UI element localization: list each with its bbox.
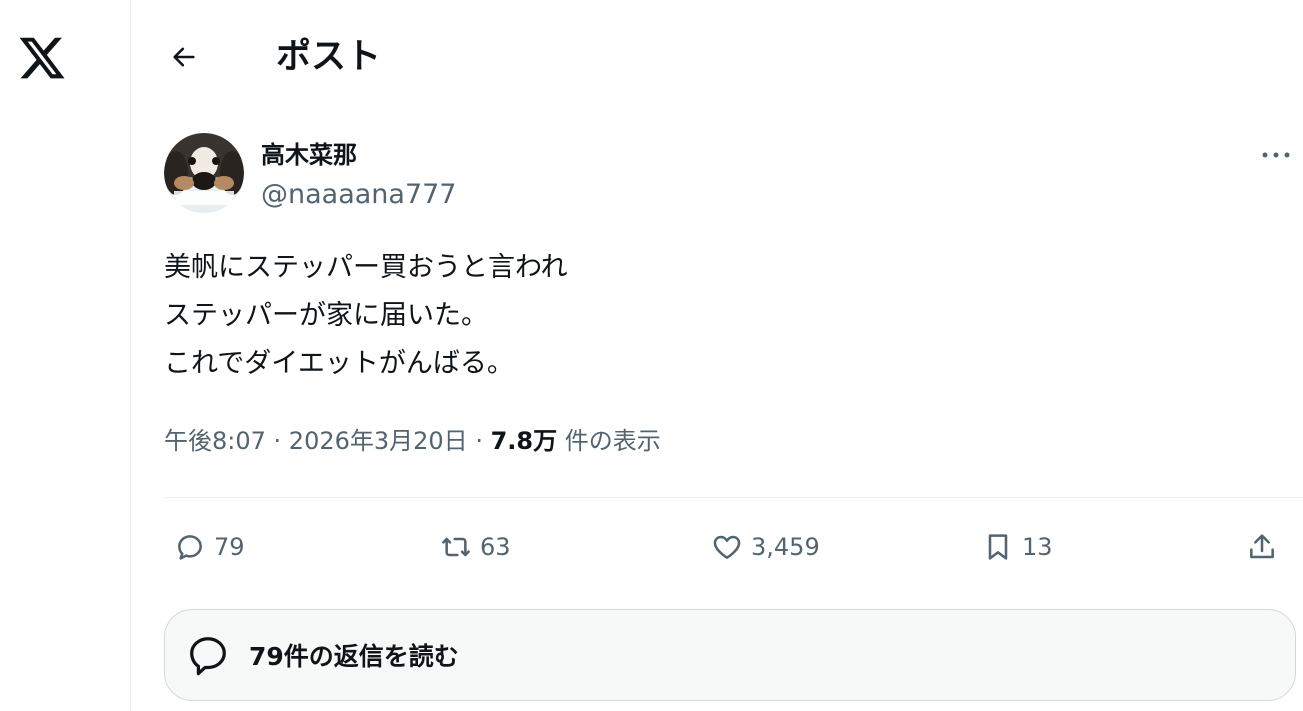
post-text-line: これでダイエットがんばる。 — [164, 348, 514, 379]
bookmark-button[interactable]: 13 — [978, 522, 1053, 572]
heart-icon — [707, 527, 747, 567]
share-icon — [1242, 527, 1282, 567]
repost-count: 63 — [480, 533, 511, 561]
chat-bubble-icon — [170, 527, 210, 567]
more-horizontal-icon — [1262, 152, 1290, 158]
repost-button[interactable]: 63 — [436, 522, 511, 572]
like-count: 3,459 — [751, 533, 820, 561]
post-meta: 午後8:07 · 2026年3月20日 · 7.8万 件の表示 — [164, 424, 661, 458]
x-logo-icon[interactable] — [17, 33, 67, 83]
views-label: 件の表示 — [557, 427, 661, 455]
reply-button[interactable]: 79 — [170, 522, 245, 572]
action-bar: 79 63 3,459 13 — [164, 522, 1303, 572]
author-avatar[interactable] — [164, 133, 244, 213]
arrow-left-icon — [173, 47, 195, 67]
page-title: ポスト — [276, 37, 382, 77]
chat-bubble-icon — [183, 630, 233, 680]
post-text-line: ステッパーが家に届いた。 — [164, 300, 488, 331]
reply-count: 79 — [214, 533, 245, 561]
like-button[interactable]: 3,459 — [707, 522, 820, 572]
bookmark-count: 13 — [1022, 533, 1053, 561]
bookmark-icon — [978, 527, 1018, 567]
post-date[interactable]: 2026年3月20日 — [289, 427, 468, 455]
more-options-button[interactable] — [1255, 140, 1297, 170]
share-button[interactable] — [1242, 522, 1282, 572]
back-button[interactable] — [167, 40, 201, 74]
page-header: ポスト — [131, 0, 1303, 112]
left-nav-rail — [0, 0, 131, 711]
author-handle[interactable]: @naaaana777 — [261, 178, 457, 212]
meta-separator: · — [265, 427, 289, 455]
views-count: 7.8万 — [490, 427, 558, 455]
post-text-line: 美帆にステッパー買おうと言われ — [164, 252, 568, 283]
repost-icon — [436, 527, 476, 567]
author-name[interactable]: 高木菜那 — [261, 140, 357, 170]
read-replies-label: 79件の返信を読む — [249, 642, 459, 671]
read-replies-button[interactable]: 79件の返信を読む — [164, 609, 1296, 701]
meta-separator: · — [467, 427, 491, 455]
main-column: ポスト 高木菜那 @naaaana777 美帆にステッパー買おうと言われ ステッ… — [131, 0, 1303, 711]
post-text: 美帆にステッパー買おうと言われ ステッパーが家に届いた。 これでダイエットがんば… — [164, 244, 1264, 388]
post-time[interactable]: 午後8:07 — [164, 427, 266, 455]
divider — [164, 497, 1303, 498]
